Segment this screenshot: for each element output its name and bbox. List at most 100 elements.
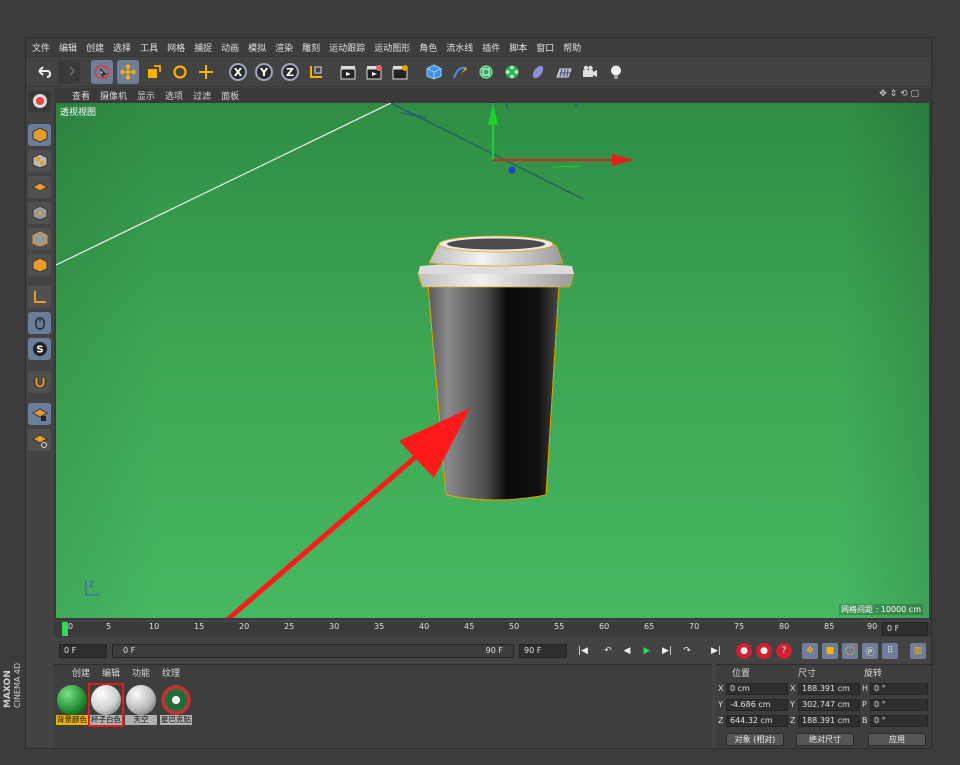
make-editable-button[interactable] <box>28 90 51 112</box>
menu-file[interactable]: 文件 <box>32 41 50 54</box>
menu-mograph[interactable]: 运动图形 <box>374 41 410 54</box>
timeline-ruler[interactable]: 0 5 10 15 20 25 30 35 40 45 50 55 60 65 … <box>54 622 931 637</box>
material-swatch[interactable]: 天空 <box>125 685 157 725</box>
tweak-mode-button[interactable] <box>28 312 51 334</box>
move-tool-button[interactable] <box>117 60 139 84</box>
previous-key-button[interactable]: ↶ <box>600 643 616 659</box>
edges-mode-button[interactable] <box>28 228 51 250</box>
size-x-field[interactable]: 188.391 cm <box>798 683 860 695</box>
texture-mode-button[interactable] <box>28 150 51 172</box>
pos-x-field[interactable]: 0 cm <box>726 683 788 695</box>
viewport-menu-panel[interactable]: 面板 <box>221 89 239 102</box>
solo-mode-button[interactable]: S <box>28 338 51 360</box>
add-generator-button[interactable] <box>475 60 497 84</box>
previous-frame-button[interactable]: ◀ <box>619 643 635 659</box>
menu-help[interactable]: 帮助 <box>563 41 581 54</box>
play-button[interactable]: ▶ <box>639 643 655 659</box>
material-swatch[interactable]: 星巴克贴 <box>160 685 192 725</box>
pos-y-field[interactable]: -4.686 cm <box>726 699 788 711</box>
menu-create[interactable]: 创建 <box>86 41 104 54</box>
perspective-viewport[interactable]: 查看 摄像机 显示 选项 过滤 面板 ✥ ⇕ ⟲ ▢ Z 透视视图 网格间距:… <box>54 88 931 620</box>
viewport-menu-display[interactable]: 显示 <box>137 89 155 102</box>
viewport-menu-filter[interactable]: 过滤 <box>193 89 211 102</box>
menu-sculpt[interactable]: 雕刻 <box>302 41 320 54</box>
z-axis-lock-button[interactable]: Z <box>279 60 301 84</box>
material-swatch-selected[interactable]: 杯子白色 <box>88 683 124 727</box>
render-picture-viewer-button[interactable] <box>363 60 385 84</box>
key-rotation-button[interactable]: ◯ <box>842 643 858 659</box>
menu-render[interactable]: 渲染 <box>275 41 293 54</box>
menu-edit[interactable]: 编辑 <box>59 41 77 54</box>
menu-mesh[interactable]: 网格 <box>167 41 185 54</box>
record-active-button[interactable]: ● <box>736 643 752 659</box>
add-camera-button[interactable] <box>579 60 601 84</box>
size-z-field[interactable]: 188.391 cm <box>798 715 860 727</box>
pos-z-field[interactable]: 644.32 cm <box>726 715 788 727</box>
material-menu-create[interactable]: 创建 <box>72 666 90 679</box>
y-axis-lock-button[interactable]: Y <box>253 60 275 84</box>
add-spline-button[interactable] <box>449 60 471 84</box>
viewport-navigation-icons[interactable]: ✥ ⇕ ⟲ ▢ <box>879 89 919 99</box>
planar-workplane-button[interactable] <box>28 429 51 451</box>
next-frame-button[interactable]: ▶| <box>659 643 675 659</box>
apply-button[interactable]: 应用 <box>868 733 926 746</box>
menu-motion-tracker[interactable]: 运动跟踪 <box>329 41 365 54</box>
timeline-window-button[interactable]: ▥ <box>910 643 926 659</box>
menu-snap[interactable]: 捕捉 <box>194 41 212 54</box>
undo-button[interactable] <box>33 60 55 84</box>
current-frame-field[interactable]: 0 F <box>882 622 928 636</box>
live-selection-button[interactable] <box>91 60 113 84</box>
workplane-mode-button[interactable] <box>28 176 51 198</box>
key-parameter-button[interactable]: Ⓟ <box>862 643 878 659</box>
add-array-button[interactable] <box>501 60 523 84</box>
coordinate-mode-select[interactable]: 对象 (相对) <box>726 733 784 746</box>
go-to-end-button[interactable]: ▶| <box>708 643 724 659</box>
key-pla-button[interactable]: ⠿ <box>882 643 898 659</box>
viewport-menu-options[interactable]: 选项 <box>165 89 183 102</box>
size-mode-select[interactable]: 绝对尺寸 <box>796 733 854 746</box>
coordinate-system-button[interactable] <box>305 60 327 84</box>
axis-mode-button[interactable] <box>28 286 51 308</box>
material-swatch[interactable]: 背景颜色 <box>56 685 88 725</box>
viewport-menu-camera[interactable]: 摄像机 <box>100 89 127 102</box>
points-mode-button[interactable] <box>28 202 51 224</box>
menu-animate[interactable]: 动画 <box>221 41 239 54</box>
autokey-button[interactable]: ● <box>756 643 772 659</box>
next-key-button[interactable]: ↷ <box>679 643 695 659</box>
menu-pipeline[interactable]: 流水线 <box>446 41 473 54</box>
x-axis-lock-button[interactable]: X <box>227 60 249 84</box>
start-frame-field[interactable]: 0 F <box>59 644 107 658</box>
material-menu-function[interactable]: 功能 <box>132 666 150 679</box>
menu-window[interactable]: 窗口 <box>536 41 554 54</box>
material-menu-edit[interactable]: 编辑 <box>102 666 120 679</box>
menu-character[interactable]: 角色 <box>419 41 437 54</box>
viewport-scene[interactable]: Z 透视视图 网格间距 : 10000 cm <box>56 103 929 618</box>
add-floor-button[interactable] <box>553 60 575 84</box>
menu-select[interactable]: 选择 <box>113 41 131 54</box>
menu-plugins[interactable]: 插件 <box>482 41 500 54</box>
menu-simulate[interactable]: 模拟 <box>248 41 266 54</box>
key-position-button[interactable]: ✥ <box>802 643 818 659</box>
add-light-button[interactable] <box>605 60 627 84</box>
snap-toggle-button[interactable] <box>28 371 51 393</box>
keyframe-selection-button[interactable]: ? <box>776 643 792 659</box>
add-deformer-button[interactable] <box>527 60 549 84</box>
rotate-tool-button[interactable] <box>169 60 191 84</box>
key-scale-button[interactable]: ■ <box>822 643 838 659</box>
size-y-field[interactable]: 302.747 cm <box>798 699 860 711</box>
go-to-start-button[interactable]: |◀ <box>575 643 591 659</box>
end-frame-field[interactable]: 90 F <box>519 644 567 658</box>
menu-script[interactable]: 脚本 <box>509 41 527 54</box>
render-settings-button[interactable] <box>389 60 411 84</box>
redo-button[interactable] <box>58 60 80 84</box>
rot-h-field[interactable]: 0 ° <box>870 683 928 695</box>
recent-tool-button[interactable] <box>195 60 217 84</box>
add-cube-button[interactable] <box>423 60 445 84</box>
viewport-menu-view[interactable]: 查看 <box>72 89 90 102</box>
polygons-mode-button[interactable] <box>28 254 51 276</box>
scale-tool-button[interactable] <box>143 60 165 84</box>
model-mode-button[interactable] <box>28 124 51 146</box>
lock-workplane-button[interactable] <box>28 403 51 425</box>
rot-b-field[interactable]: 0 ° <box>870 715 928 727</box>
render-view-button[interactable] <box>337 60 359 84</box>
